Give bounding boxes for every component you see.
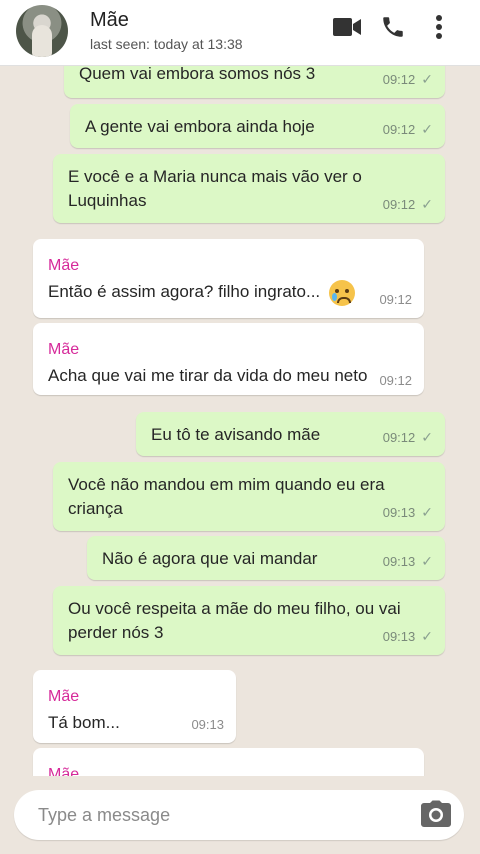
sent-check-icon: ✓ bbox=[421, 628, 433, 644]
message-bubble-outgoing[interactable]: A gente vai embora ainda hoje 09:12 ✓ bbox=[70, 104, 445, 148]
sent-check-icon: ✓ bbox=[421, 504, 433, 520]
message-text-line-1: Você não mandou em mim quando eu era bbox=[68, 475, 385, 494]
message-bubble-outgoing[interactable]: Você não mandou em mim quando eu era cri… bbox=[53, 462, 445, 531]
message-meta: 09:12 ✓ bbox=[383, 117, 433, 142]
message-time: 09:13 bbox=[191, 717, 224, 732]
message-text: Acha que vai me tirar da vida do meu net… bbox=[48, 366, 368, 385]
message-text-line-2: Luquinhas bbox=[68, 191, 147, 210]
sender-name: Mãe bbox=[48, 766, 80, 776]
message-input-bar[interactable] bbox=[14, 790, 464, 840]
chat-header: Mãe last seen: today at 13:38 bbox=[0, 0, 480, 66]
sender-name: Mãe bbox=[48, 257, 80, 274]
composer-area bbox=[0, 776, 480, 854]
sent-check-icon: ✓ bbox=[421, 71, 433, 87]
video-camera-icon[interactable] bbox=[330, 12, 364, 42]
sender-name: Mãe bbox=[48, 341, 80, 358]
more-options-icon[interactable] bbox=[422, 12, 456, 42]
message-meta: 09:12 bbox=[379, 368, 412, 393]
message-text: Não é agora que vai mandar bbox=[102, 549, 318, 568]
message-text: A gente vai embora ainda hoje bbox=[85, 117, 315, 136]
message-bubble-outgoing[interactable]: Quem vai embora somos nós 3 09:12 ✓ bbox=[64, 66, 445, 98]
message-bubble-incoming[interactable]: Mãe bbox=[33, 748, 424, 776]
message-meta: 09:13 bbox=[191, 712, 224, 737]
message-bubble-incoming[interactable]: Mãe Então é assim agora? filho ingrato..… bbox=[33, 239, 424, 318]
message-time: 09:13 bbox=[382, 505, 416, 520]
message-bubble-outgoing[interactable]: Ou você respeita a mãe do meu filho, ou … bbox=[53, 586, 445, 655]
sent-check-icon: ✓ bbox=[421, 121, 433, 137]
sent-check-icon: ✓ bbox=[421, 429, 433, 445]
message-time: 09:12 bbox=[382, 72, 416, 87]
message-bubble-incoming[interactable]: Mãe Acha que vai me tirar da vida do meu… bbox=[33, 323, 424, 395]
sent-check-icon: ✓ bbox=[421, 196, 433, 212]
contact-avatar[interactable] bbox=[16, 5, 68, 57]
message-list[interactable]: Quem vai embora somos nós 3 09:12 ✓ A ge… bbox=[0, 66, 480, 776]
message-input[interactable] bbox=[38, 800, 398, 830]
contact-name[interactable]: Mãe bbox=[90, 9, 129, 32]
message-meta: 09:13 ✓ bbox=[383, 549, 433, 574]
phone-icon[interactable] bbox=[376, 12, 410, 42]
message-time: 09:12 bbox=[382, 122, 416, 137]
message-time: 09:12 bbox=[379, 373, 412, 388]
crying-face-emoji-icon bbox=[328, 279, 355, 306]
message-bubble-outgoing[interactable]: Não é agora que vai mandar 09:13 ✓ bbox=[87, 536, 445, 580]
message-time: 09:13 bbox=[382, 629, 416, 644]
message-meta: 09:13 ✓ bbox=[383, 500, 433, 525]
message-text: Então é assim agora? filho ingrato... bbox=[48, 279, 355, 306]
message-bubble-incoming[interactable]: Mãe Tá bom... 09:13 bbox=[33, 670, 236, 743]
message-text-line-1: Ou você respeita a mãe do meu filho, ou … bbox=[68, 599, 401, 618]
message-time: 09:13 bbox=[382, 554, 416, 569]
last-seen-status: last seen: today at 13:38 bbox=[90, 36, 243, 52]
message-text: Quem vai embora somos nós 3 bbox=[79, 66, 316, 83]
sent-check-icon: ✓ bbox=[421, 553, 433, 569]
message-meta: 09:12 ✓ bbox=[383, 425, 433, 450]
message-text-line-2: criança bbox=[68, 499, 123, 518]
message-time: 09:12 bbox=[382, 197, 416, 212]
message-text-line-1: E você e a Maria nunca mais vão ver o bbox=[68, 167, 362, 186]
message-meta: 09:12 ✓ bbox=[383, 67, 433, 92]
message-meta: 09:12 ✓ bbox=[383, 192, 433, 217]
message-bubble-outgoing[interactable]: Eu tô te avisando mãe 09:12 ✓ bbox=[136, 412, 445, 456]
message-meta: 09:13 ✓ bbox=[383, 624, 433, 649]
message-text-line-2: perder nós 3 bbox=[68, 623, 164, 642]
message-text: Tá bom... bbox=[48, 713, 120, 732]
camera-icon[interactable] bbox=[420, 800, 452, 830]
message-text-content: Então é assim agora? filho ingrato... bbox=[48, 282, 321, 301]
message-text: Eu tô te avisando mãe bbox=[151, 425, 321, 444]
message-time: 09:12 bbox=[382, 430, 416, 445]
message-time: 09:12 bbox=[379, 292, 412, 307]
sender-name: Mãe bbox=[48, 688, 80, 705]
message-bubble-outgoing[interactable]: E você e a Maria nunca mais vão ver o Lu… bbox=[53, 154, 445, 223]
message-meta: 09:12 bbox=[379, 287, 412, 312]
